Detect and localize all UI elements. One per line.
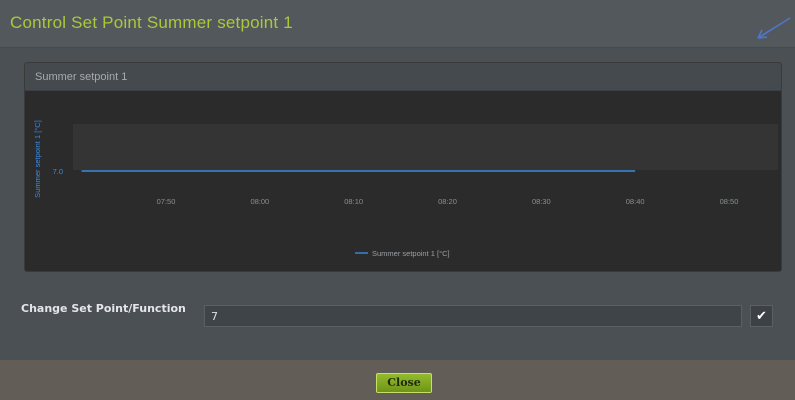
setpoint-label: Change Set Point/Function <box>21 302 186 315</box>
dialog-title: Control Set Point Summer setpoint 1 <box>10 13 293 32</box>
close-button[interactable]: Close <box>376 373 432 393</box>
x-tick-label: 08:50 <box>720 197 739 206</box>
chart-panel-header: Summer setpoint 1 <box>25 63 781 91</box>
x-tick-label: 08:40 <box>626 197 645 206</box>
x-tick-label: 08:20 <box>438 197 457 206</box>
y-axis-label: Summer setpoint 1 [°C] <box>33 120 42 198</box>
x-tick-labels: 07:50 08:00 08:10 08:20 08:30 08:40 08:50 <box>157 197 739 206</box>
chart-area: Summer setpoint 1 [°C] 7.0 07:50 08:00 08:… <box>33 120 778 258</box>
confirm-button[interactable]: ✔ <box>750 305 773 327</box>
x-tick-label: 08:10 <box>344 197 363 206</box>
x-tick-label: 08:30 <box>532 197 551 206</box>
chart-panel-title: Summer setpoint 1 <box>35 71 128 83</box>
setpoint-input[interactable] <box>204 305 742 327</box>
legend-label: Summer setpoint 1 [°C] <box>372 249 450 258</box>
x-tick-label: 08:00 <box>250 197 269 206</box>
plot-band <box>73 124 778 170</box>
dialog-title-bar: Control Set Point Summer setpoint 1 <box>0 0 795 48</box>
x-tick-label: 07:50 <box>157 197 176 206</box>
chart-panel: Summer setpoint 1 Summer setpoint 1 [°C]… <box>24 62 782 272</box>
y-tick-label: 7.0 <box>53 167 63 176</box>
corner-arrow-icon <box>757 17 791 39</box>
check-icon: ✔ <box>756 308 767 323</box>
chart-legend[interactable]: Summer setpoint 1 [°C] <box>355 249 450 258</box>
